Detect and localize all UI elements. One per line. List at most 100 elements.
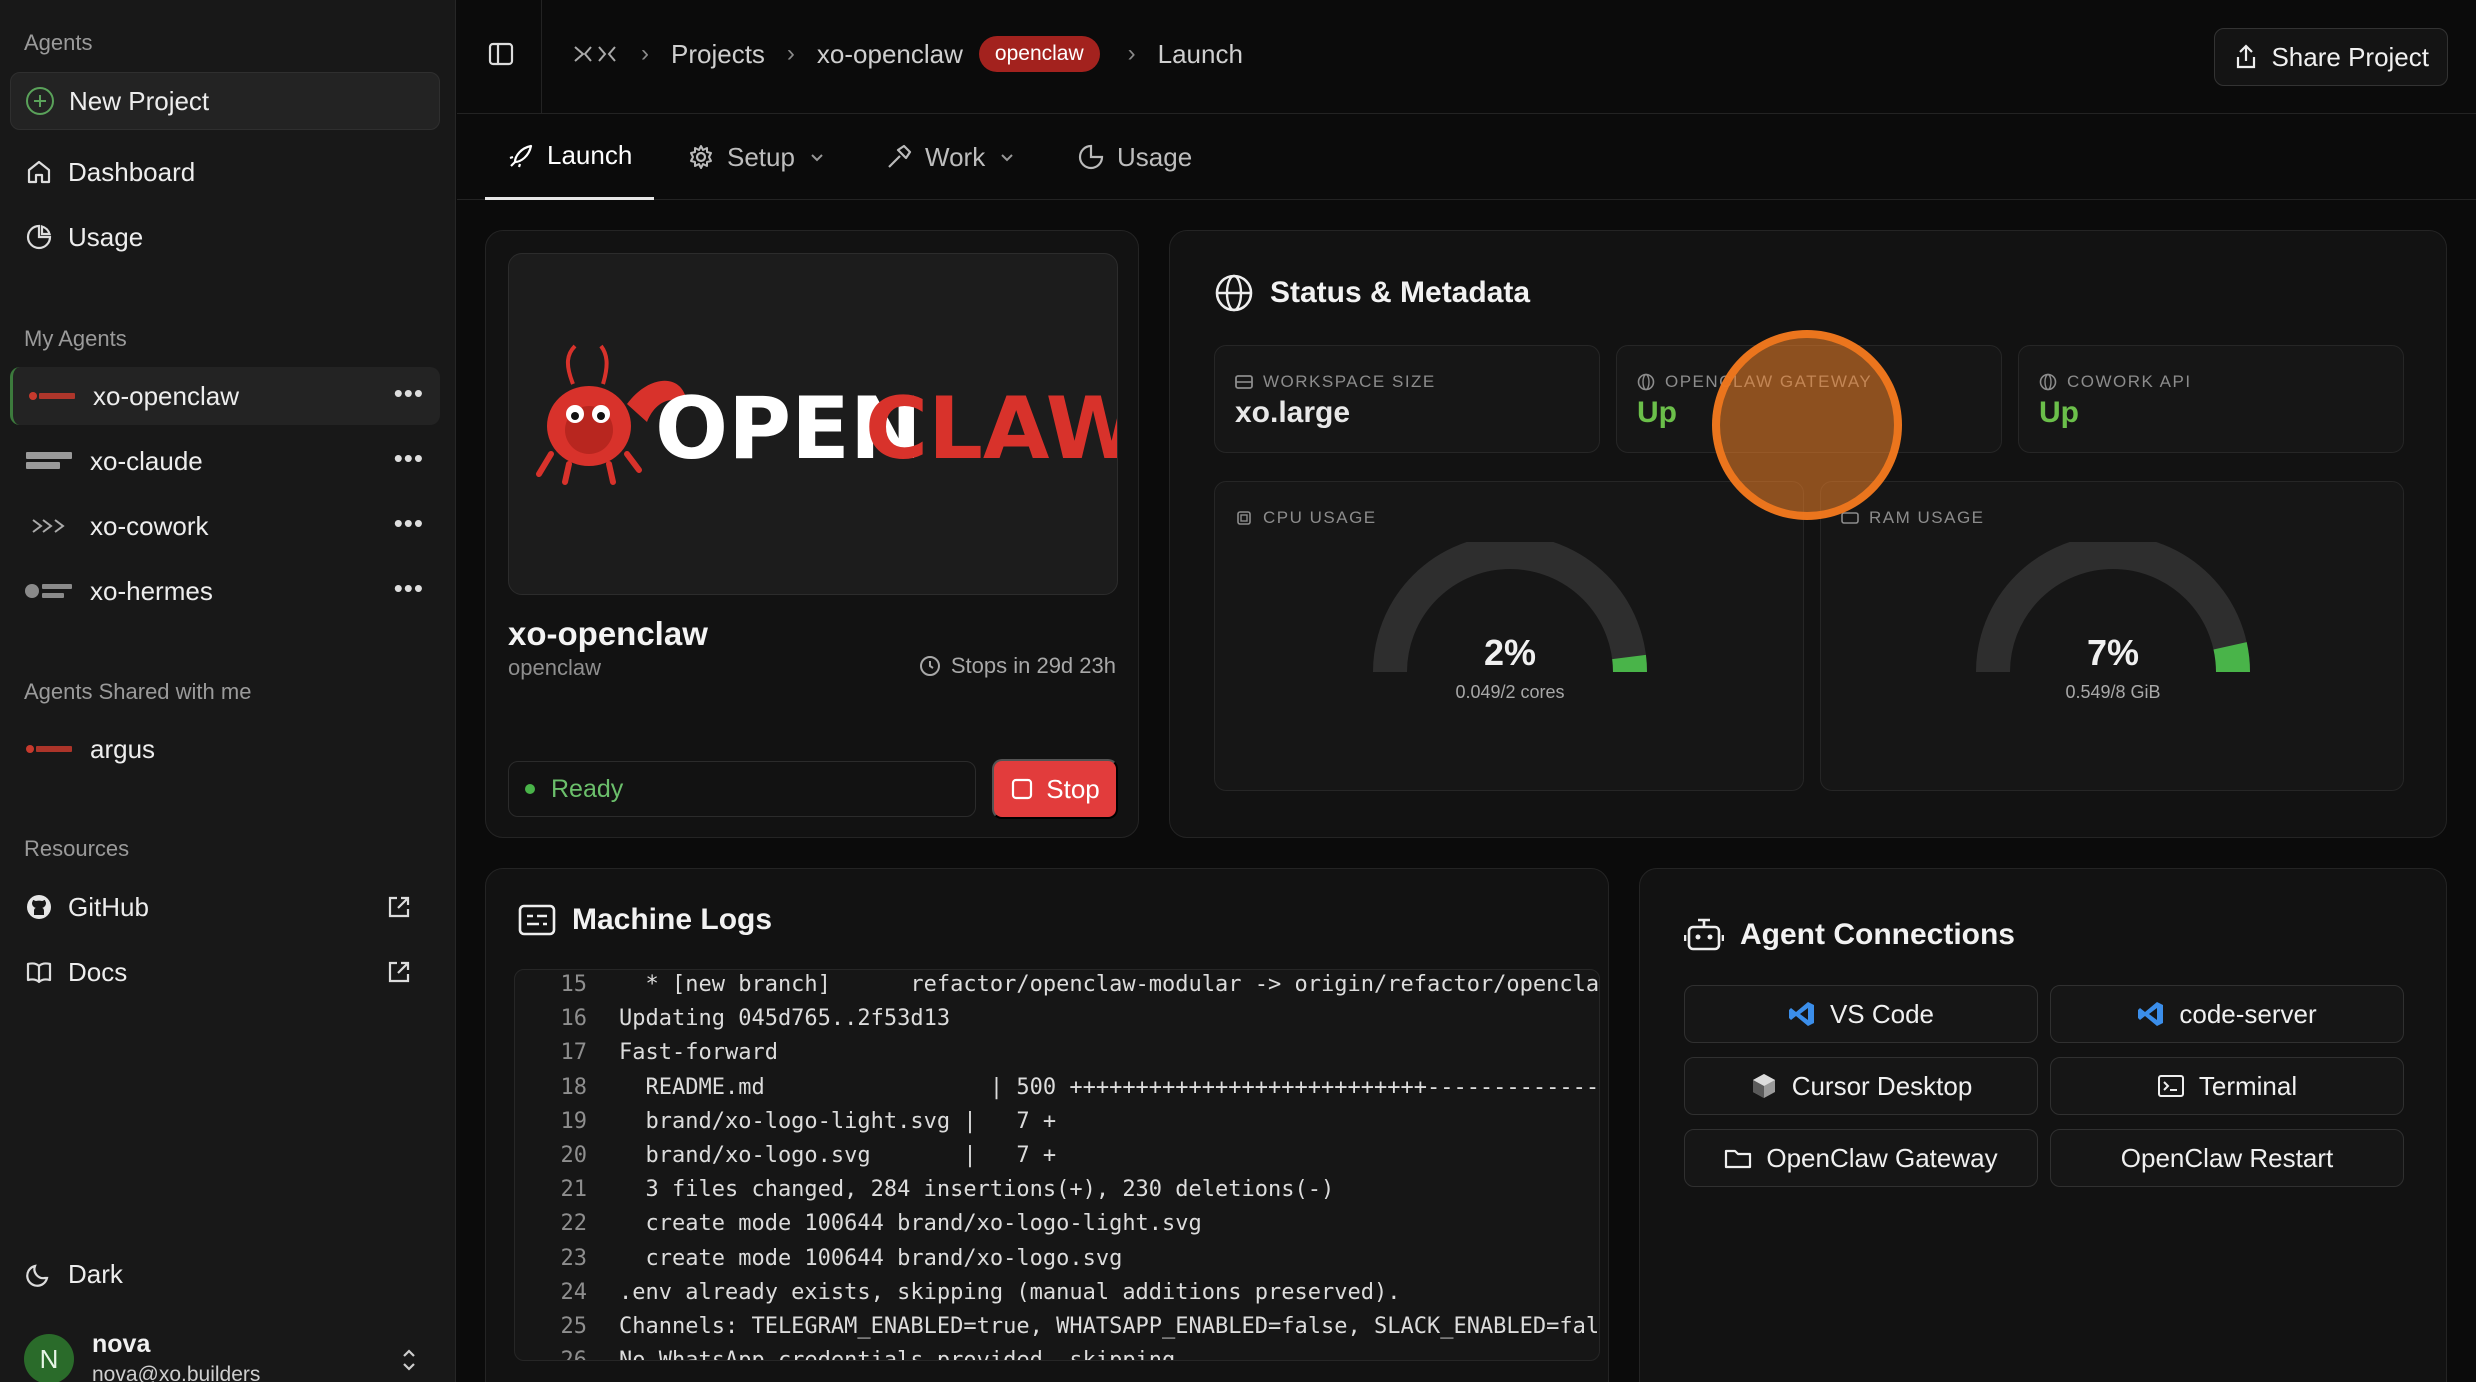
breadcrumb-project[interactable]: xo-openclaw — [817, 39, 963, 70]
globe-icon — [2039, 373, 2057, 391]
agent-label: argus — [90, 733, 156, 764]
sidebar-agent-xo-claude[interactable]: xo-claude ••• — [10, 432, 440, 490]
vscode-icon — [2137, 1000, 2165, 1028]
cursor-desktop-button[interactable]: Cursor Desktop — [1684, 1057, 2038, 1115]
log-line-text: No WhatsApp credentials provided, skippi… — [619, 1348, 1176, 1361]
log-line-number: 16 — [560, 1006, 588, 1032]
share-project-label: Share Project — [2271, 41, 2429, 72]
github-icon — [24, 892, 54, 922]
chevron-down-icon — [809, 151, 825, 163]
log-line-text: 3 files changed, 284 insertions(+), 230 … — [619, 1177, 1335, 1203]
ram-gauge: 7% 0.549/8 GiB — [1963, 542, 2263, 742]
home-icon — [24, 157, 54, 187]
log-line-number: 17 — [560, 1040, 588, 1066]
chevron-up-down-icon[interactable] — [399, 1346, 419, 1374]
log-line-text: create mode 100644 brand/xo-logo.svg — [619, 1245, 1123, 1271]
agent-name: xo-openclaw — [508, 615, 708, 652]
ram-percent: 7% — [2086, 632, 2140, 673]
breadcrumb: › Projects › xo-openclaw openclaw › Laun… — [571, 36, 1243, 72]
user-email: nova@xo.builders — [92, 1363, 261, 1382]
book-icon — [24, 957, 54, 987]
sidebar-item-label: Docs — [68, 956, 128, 987]
tab-launch[interactable]: Launch — [485, 114, 655, 200]
openclaw-gateway-value: Up — [1637, 396, 1677, 429]
ram-usage-label: RAM USAGE — [1841, 508, 1985, 528]
breadcrumb-current: Launch — [1157, 38, 1243, 69]
new-project-button[interactable]: New Project — [10, 72, 440, 130]
breadcrumb-projects[interactable]: Projects — [671, 39, 765, 70]
sidebar-item-docs[interactable]: Docs — [10, 942, 440, 1002]
openclaw-wordmark: OPEN CLAW — [655, 379, 1117, 479]
vscode-icon — [1788, 1000, 1816, 1028]
button-label: VS Code — [1829, 998, 1935, 1029]
cpu-detail: 0.049/2 cores — [1455, 682, 1565, 702]
openclaw-logo-icon — [27, 386, 77, 406]
agent-connections-card: Agent Connections VS Code code-server Cu… — [1639, 868, 2447, 1382]
log-line-text: brand/xo-logo-light.svg | 7 + — [619, 1108, 1057, 1134]
log-line-number: 23 — [560, 1245, 588, 1271]
sidebar-item-dashboard[interactable]: Dashboard — [10, 142, 440, 202]
more-options-icon[interactable]: ••• — [394, 575, 424, 601]
log-line-text: Updating 045d765..2f53d13 — [619, 1006, 951, 1032]
sidebar-agent-argus[interactable]: argus — [10, 720, 440, 778]
clock-icon — [919, 655, 941, 677]
log-line-number: 20 — [560, 1143, 588, 1168]
ram-usage-box: RAM USAGE 7% 0.549/8 GiB — [1820, 481, 2404, 791]
share-project-button[interactable]: Share Project — [2214, 28, 2448, 86]
xo-logo-icon[interactable] — [571, 42, 619, 66]
more-options-icon[interactable]: ••• — [394, 445, 424, 471]
button-label: OpenClaw Gateway — [1766, 1142, 1998, 1173]
agent-label: xo-openclaw — [93, 380, 239, 411]
stops-text: Stops in 29d 23h — [950, 653, 1116, 678]
status-text: Ready — [551, 774, 624, 803]
more-options-icon[interactable]: ••• — [394, 510, 424, 536]
sidebar-agent-xo-openclaw[interactable]: xo-openclaw ••• — [10, 367, 440, 425]
tab-work[interactable]: Work — [885, 114, 1015, 200]
card-title-text: Status & Metadata — [1270, 276, 1531, 309]
hammer-icon — [885, 143, 913, 171]
sidebar-item-usage[interactable]: Usage — [10, 207, 440, 267]
log-line-number: 19 — [560, 1108, 588, 1134]
code-server-button[interactable]: code-server — [2050, 985, 2404, 1043]
cpu-percent: 2% — [1483, 632, 1537, 673]
button-label: OpenClaw Restart — [2120, 1142, 2334, 1173]
log-line: 17 Fast-forward — [515, 1040, 778, 1074]
auto-stop-timer: Stops in 29d 23h — [919, 653, 1116, 679]
openclaw-restart-button[interactable]: OpenClaw Restart — [2050, 1129, 2404, 1187]
openclaw-gateway-button[interactable]: OpenClaw Gateway — [1684, 1129, 2038, 1187]
tab-usage[interactable]: Usage — [1077, 114, 1192, 200]
sidebar-toggle-icon[interactable] — [487, 40, 515, 68]
stop-button[interactable]: Stop — [992, 759, 1118, 819]
theme-toggle[interactable]: Dark — [10, 1244, 440, 1304]
sidebar-item-github[interactable]: GitHub — [10, 877, 440, 937]
log-viewer[interactable]: 15 * [new branch] refactor/openclaw-modu… — [514, 969, 1600, 1361]
sidebar-agent-xo-cowork[interactable]: xo-cowork ••• — [10, 497, 440, 555]
user-menu[interactable]: N nova nova@xo.builders — [24, 1330, 260, 1382]
more-options-icon[interactable]: ••• — [394, 380, 424, 406]
gear-icon — [687, 143, 715, 171]
rocket-icon — [507, 142, 535, 170]
section-label-my-agents: My Agents — [24, 326, 127, 351]
log-line: 24 .env already exists, skipping (manual … — [515, 1280, 1401, 1314]
button-label: Cursor Desktop — [1791, 1070, 1973, 1101]
vscode-button[interactable]: VS Code — [1684, 985, 2038, 1043]
terminal-button[interactable]: Terminal — [2050, 1057, 2404, 1115]
terminal-icon — [2157, 1074, 2185, 1098]
log-line-text: create mode 100644 brand/xo-logo-light.s… — [619, 1211, 1202, 1237]
log-line: 20 brand/xo-logo.svg | 7 + — [515, 1143, 1057, 1177]
button-label: code-server — [2179, 998, 2317, 1029]
sidebar-agent-xo-hermes[interactable]: xo-hermes ••• — [10, 562, 440, 620]
divider — [541, 0, 542, 114]
log-line-number: 21 — [560, 1177, 588, 1203]
agent-launch-card: OPEN CLAW xo-openclaw openclaw Stops in … — [485, 230, 1139, 838]
log-line-text: Fast-forward — [619, 1040, 778, 1066]
hermes-logo-icon — [24, 581, 74, 601]
sidebar: Agents New Project Dashboard Usage My Ag… — [0, 0, 456, 1382]
tab-setup[interactable]: Setup — [687, 114, 825, 200]
status-metadata-card: Status & Metadata WORKSPACE SIZE xo.larg… — [1169, 230, 2447, 838]
log-line-number: 18 — [560, 1074, 588, 1100]
agent-logo-image: OPEN CLAW — [508, 253, 1118, 595]
log-line-number: 22 — [560, 1211, 588, 1237]
meta-label-text: RAM USAGE — [1869, 508, 1985, 527]
external-link-icon — [386, 959, 412, 985]
